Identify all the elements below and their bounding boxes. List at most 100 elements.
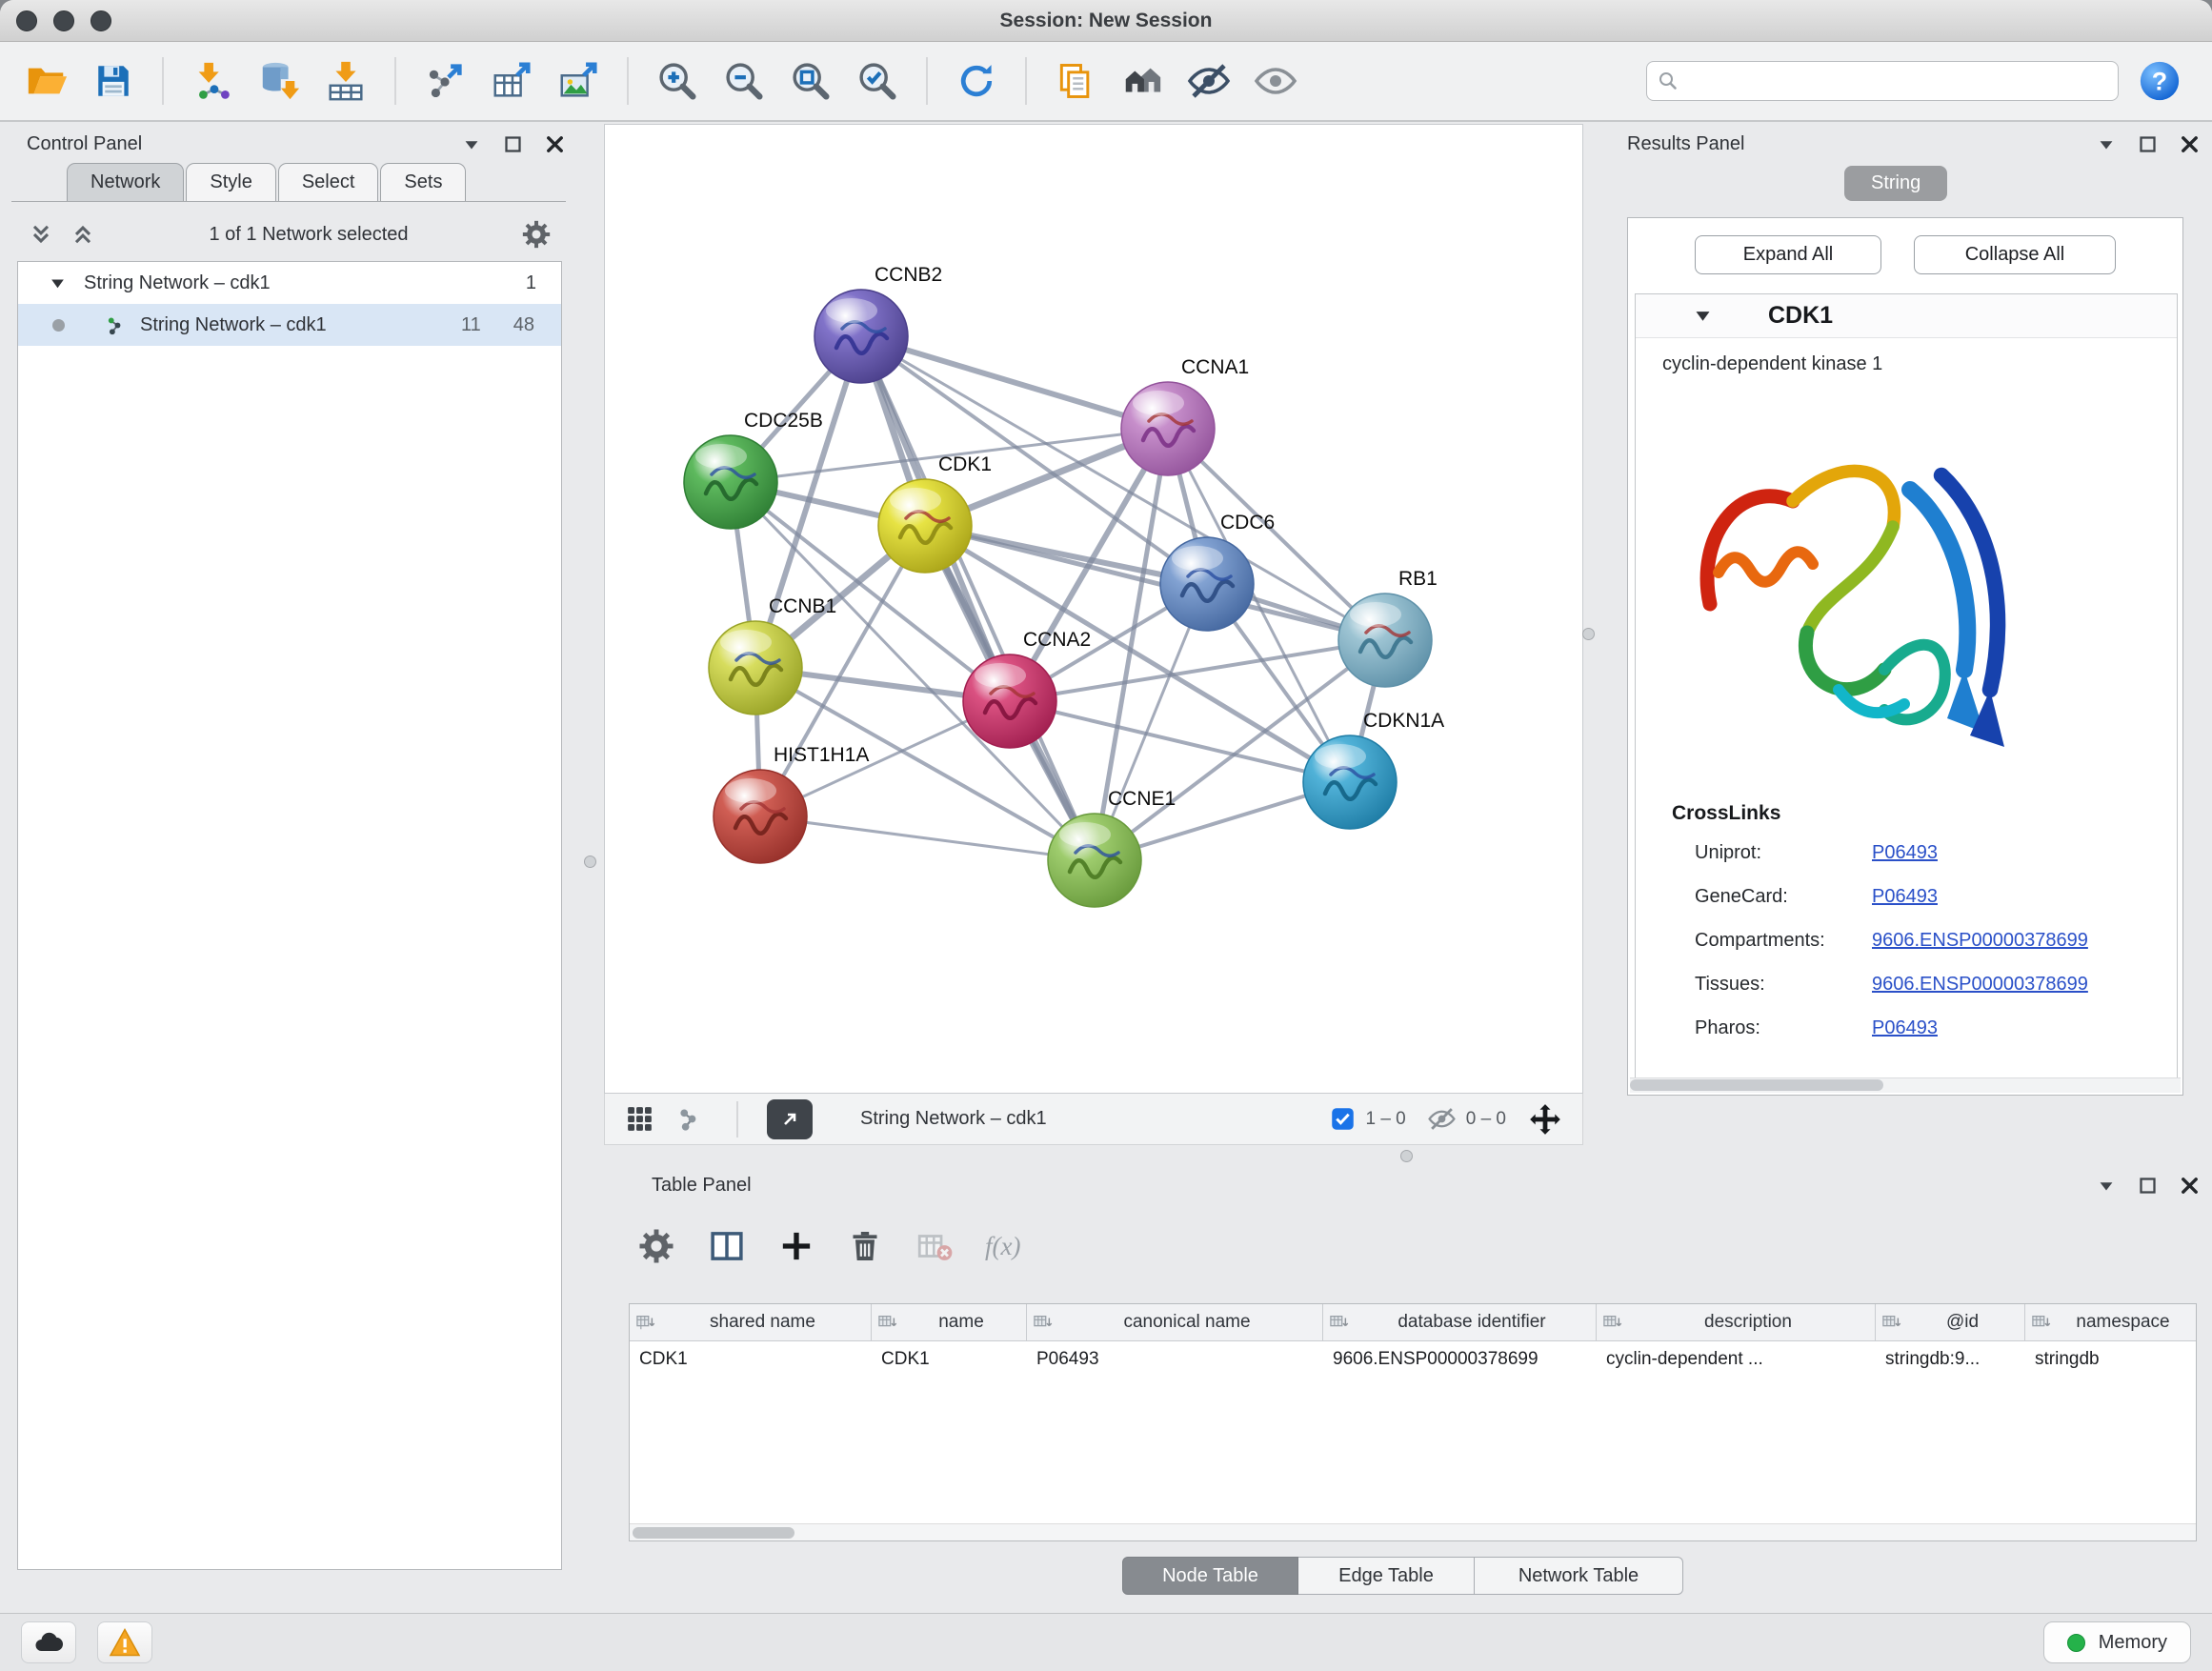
panel-menu-icon[interactable] bbox=[2096, 133, 2117, 154]
table-tabs: Node Table Edge Table Network Table bbox=[1122, 1557, 1683, 1595]
show-all-button[interactable] bbox=[1250, 54, 1301, 108]
table-cell[interactable]: CDK1 bbox=[872, 1341, 1027, 1378]
column-header[interactable]: name bbox=[872, 1304, 1027, 1340]
crosslink-link[interactable]: P06493 bbox=[1872, 886, 1938, 908]
column-header[interactable]: namespace bbox=[2025, 1304, 2196, 1340]
table-horizontal-scrollbar[interactable] bbox=[630, 1523, 2196, 1540]
panel-float-icon[interactable] bbox=[503, 134, 523, 154]
expand-all-button[interactable]: Expand All bbox=[1695, 235, 1881, 274]
table-cell[interactable]: P06493 bbox=[1027, 1341, 1323, 1378]
import-network-database-button[interactable] bbox=[253, 54, 305, 108]
zoom-out-button[interactable] bbox=[718, 54, 770, 108]
fit-content-icon[interactable] bbox=[1527, 1101, 1563, 1137]
memory-button[interactable]: Memory bbox=[2043, 1621, 2191, 1663]
network-node[interactable]: CDC25B bbox=[684, 410, 823, 529]
panel-close-icon[interactable] bbox=[544, 133, 566, 155]
table-row[interactable]: CDK1 CDK1 P06493 9606.ENSP00000378699 cy… bbox=[630, 1341, 2196, 1378]
grid-view-icon[interactable] bbox=[624, 1103, 655, 1135]
network-canvas[interactable]: CCNB2CCNA1CDC25BCDK1CDC6RB1CCNB1CCNA2CDK… bbox=[604, 124, 1583, 1094]
export-image-button[interactable] bbox=[553, 54, 604, 108]
refresh-button[interactable] bbox=[951, 54, 1002, 108]
search-input[interactable] bbox=[1687, 70, 2108, 92]
panel-menu-icon[interactable] bbox=[2096, 1175, 2117, 1196]
tab-network[interactable]: Network bbox=[67, 163, 184, 201]
crosslink-link[interactable]: P06493 bbox=[1872, 842, 1938, 864]
help-button[interactable]: ? bbox=[2134, 54, 2185, 108]
zoom-fit-button[interactable] bbox=[785, 54, 836, 108]
home-button[interactable] bbox=[1116, 54, 1168, 108]
tab-sets[interactable]: Sets bbox=[380, 163, 466, 201]
zoom-selected-button[interactable] bbox=[852, 54, 903, 108]
node-table: shared name name canonical name database… bbox=[629, 1303, 2197, 1541]
network-graph[interactable]: CCNB2CCNA1CDC25BCDK1CDC6RB1CCNB1CCNA2CDK… bbox=[605, 125, 1582, 1093]
add-column-icon[interactable] bbox=[777, 1227, 815, 1265]
crosslink-link[interactable]: P06493 bbox=[1872, 1017, 1938, 1039]
birdseye-view-icon[interactable] bbox=[676, 1103, 708, 1135]
network-node[interactable]: RB1 bbox=[1338, 568, 1438, 687]
panel-menu-icon[interactable] bbox=[461, 133, 482, 154]
column-header[interactable]: @id bbox=[1876, 1304, 2025, 1340]
tab-style[interactable]: Style bbox=[186, 163, 275, 201]
table-cell[interactable]: stringdb:9... bbox=[1876, 1341, 2025, 1378]
collapse-all-networks-icon[interactable] bbox=[27, 221, 55, 248]
network-node[interactable]: CCNB2 bbox=[814, 264, 942, 383]
network-node[interactable]: CCNA1 bbox=[1121, 356, 1249, 475]
delete-column-icon[interactable] bbox=[846, 1227, 884, 1265]
left-splitter-handle[interactable] bbox=[584, 856, 596, 868]
crosslink-link[interactable]: 9606.ENSP00000378699 bbox=[1872, 974, 2088, 996]
tab-node-table[interactable]: Node Table bbox=[1122, 1557, 1298, 1595]
right-splitter-handle[interactable] bbox=[1582, 628, 1595, 640]
export-network-button[interactable] bbox=[419, 54, 471, 108]
cloud-status-button[interactable] bbox=[21, 1621, 76, 1663]
open-session-button[interactable] bbox=[21, 54, 72, 108]
network-row[interactable]: String Network – cdk1 11 48 bbox=[18, 304, 561, 346]
expand-all-networks-icon[interactable] bbox=[69, 221, 97, 248]
results-tab-string[interactable]: String bbox=[1844, 166, 1947, 201]
disclosure-triangle-icon[interactable] bbox=[49, 274, 67, 292]
crosslink-link[interactable]: 9606.ENSP00000378699 bbox=[1872, 930, 2088, 952]
table-cell[interactable]: cyclin-dependent ... bbox=[1597, 1341, 1876, 1378]
import-network-file-button[interactable] bbox=[187, 54, 238, 108]
zoom-in-button[interactable] bbox=[652, 54, 703, 108]
function-builder-button[interactable]: f(x) bbox=[985, 1232, 1020, 1261]
network-node[interactable]: CDKN1A bbox=[1303, 710, 1444, 829]
table-options-gear-icon[interactable] bbox=[636, 1226, 676, 1266]
network-options-gear-icon[interactable] bbox=[520, 218, 553, 251]
table-cell[interactable]: CDK1 bbox=[630, 1341, 872, 1378]
network-node[interactable]: HIST1H1A bbox=[714, 744, 869, 863]
column-header[interactable]: database identifier bbox=[1323, 1304, 1597, 1340]
network-collection-row[interactable]: String Network – cdk1 1 bbox=[18, 262, 561, 304]
save-session-button[interactable] bbox=[88, 54, 139, 108]
panel-float-icon[interactable] bbox=[2138, 134, 2158, 154]
refresh-icon bbox=[955, 60, 997, 102]
search-field[interactable] bbox=[1646, 61, 2119, 101]
export-view-button[interactable] bbox=[767, 1099, 813, 1139]
table-cell[interactable]: stringdb bbox=[2025, 1341, 2196, 1378]
clipboard-button[interactable] bbox=[1050, 54, 1101, 108]
gene-section-header[interactable]: CDK1 bbox=[1636, 294, 2177, 338]
network-node[interactable]: CDC6 bbox=[1160, 512, 1275, 631]
results-horizontal-scrollbar[interactable] bbox=[1630, 1077, 2181, 1093]
export-table-button[interactable] bbox=[486, 54, 537, 108]
panel-float-icon[interactable] bbox=[2138, 1176, 2158, 1196]
import-table-button[interactable] bbox=[320, 54, 372, 108]
hidden-eye-icon[interactable] bbox=[1427, 1104, 1457, 1134]
hide-selected-button[interactable] bbox=[1183, 54, 1235, 108]
tab-select[interactable]: Select bbox=[278, 163, 379, 201]
panel-close-icon[interactable] bbox=[2179, 133, 2201, 155]
network-node[interactable]: CCNB1 bbox=[709, 595, 836, 715]
tab-network-table[interactable]: Network Table bbox=[1475, 1557, 1683, 1595]
panel-close-icon[interactable] bbox=[2179, 1175, 2201, 1197]
selected-checkbox-icon[interactable] bbox=[1330, 1106, 1356, 1132]
table-cell[interactable]: 9606.ENSP00000378699 bbox=[1323, 1341, 1597, 1378]
column-header[interactable]: shared name bbox=[630, 1304, 872, 1340]
column-header[interactable]: canonical name bbox=[1027, 1304, 1323, 1340]
column-header[interactable]: description bbox=[1597, 1304, 1876, 1340]
control-panel-tabs: Network Style Select Sets bbox=[11, 160, 566, 202]
show-columns-icon[interactable] bbox=[707, 1226, 747, 1266]
collapse-all-button[interactable]: Collapse All bbox=[1914, 235, 2116, 274]
tab-edge-table[interactable]: Edge Table bbox=[1298, 1557, 1475, 1595]
collapse-section-icon[interactable] bbox=[1693, 306, 1713, 326]
bottom-splitter-handle[interactable] bbox=[1400, 1150, 1413, 1162]
warnings-button[interactable] bbox=[97, 1621, 152, 1663]
